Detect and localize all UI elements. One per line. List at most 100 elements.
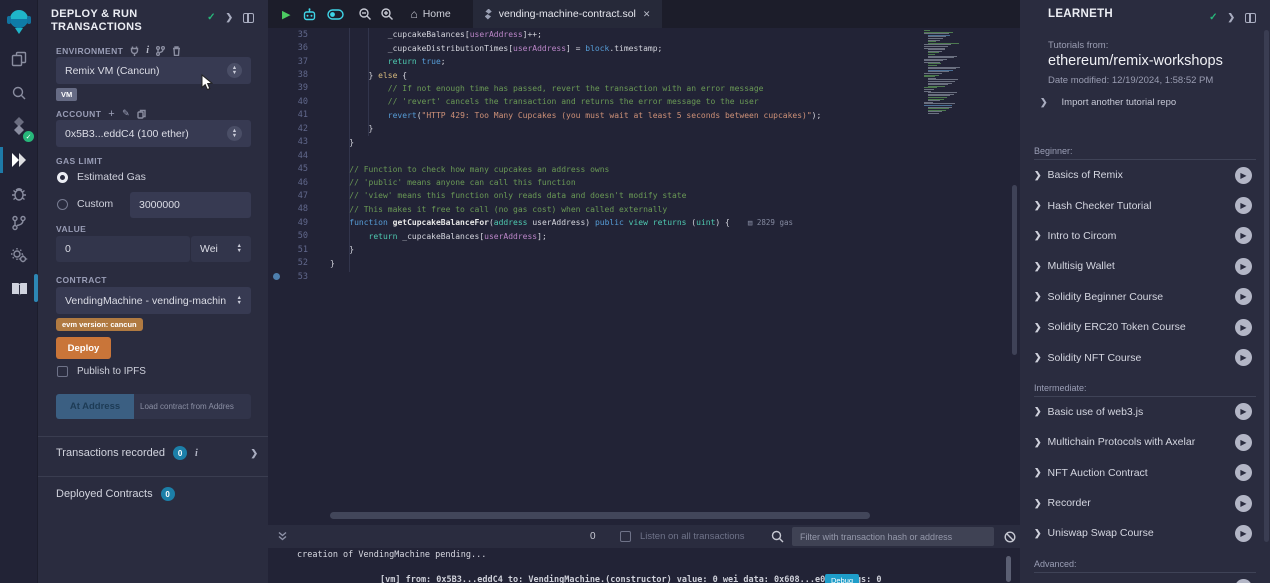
pin-panel-icon[interactable] — [243, 13, 254, 23]
zoom-in-icon[interactable] — [380, 7, 394, 21]
learneth-panel: LEARNETH ✓ ❯ Tutorials from: ethereum/re… — [1020, 0, 1270, 583]
start-tutorial-play-button[interactable]: ▶ — [1235, 579, 1252, 583]
copilot-toggle[interactable] — [327, 9, 344, 20]
editor-vertical-scrollbar[interactable] — [1012, 185, 1017, 355]
environment-info-icon[interactable]: i — [146, 45, 149, 56]
transactions-recorded-row[interactable]: Transactions recorded 0 i ❯ — [56, 446, 258, 460]
add-account-icon[interactable]: + — [108, 110, 115, 118]
debugger-icon[interactable] — [0, 181, 38, 207]
contract-select[interactable]: VendingMachine - vending-machin ▲▼ — [56, 287, 251, 314]
file-tab[interactable]: vending-machine-contract.sol ✕ — [473, 0, 663, 28]
start-tutorial-play-button[interactable]: ▶ — [1235, 167, 1252, 184]
tutorial-item[interactable]: ❯Basic use of web3.js▶ — [1034, 397, 1256, 427]
start-tutorial-play-button[interactable]: ▶ — [1235, 403, 1252, 420]
listen-checkbox[interactable] — [620, 531, 631, 542]
start-tutorial-play-button[interactable]: ▶ — [1235, 525, 1252, 542]
edit-account-icon[interactable]: ✎ — [122, 108, 130, 119]
delete-environment-icon[interactable] — [172, 46, 181, 56]
tutorial-item[interactable]: ❯NFT Auction Contract▶ — [1034, 458, 1256, 488]
start-tutorial-play-button[interactable]: ▶ — [1235, 197, 1252, 214]
editor-minimap[interactable] — [920, 30, 962, 320]
divider — [38, 476, 268, 477]
start-tutorial-play-button[interactable]: ▶ — [1235, 258, 1252, 275]
tutorial-item[interactable]: ❯Multisig Wallet▶ — [1034, 251, 1256, 281]
tutorial-item[interactable]: ❯Solidity Beginner Course▶ — [1034, 282, 1256, 312]
tutorial-item[interactable]: ❯Multichain Protocols with Axelar▶ — [1034, 427, 1256, 457]
code-line: 36 _cupcakeDistributionTimes[userAddress… — [268, 41, 1020, 54]
deploy-and-run-icon[interactable] — [0, 147, 38, 173]
tutorial-item[interactable]: ❯Solidity ERC20 Token Course▶ — [1034, 312, 1256, 342]
start-tutorial-play-button[interactable]: ▶ — [1235, 319, 1252, 336]
estimated-gas-option[interactable]: Estimated Gas — [57, 171, 146, 183]
terminal-scrollbar[interactable] — [1006, 556, 1011, 582]
editor-horizontal-scrollbar[interactable] — [330, 512, 870, 519]
line-number: 41 — [268, 110, 308, 120]
at-address-button[interactable]: At Address — [56, 394, 134, 419]
collapse-panel-icon[interactable]: ❯ — [225, 12, 233, 23]
pending-log-line: creation of VendingMachine pending... — [297, 550, 486, 560]
search-icon[interactable] — [0, 80, 38, 106]
vm-badge: VM — [56, 88, 77, 101]
environment-select[interactable]: Remix VM (Cancun) ▲▼ — [56, 57, 251, 84]
start-tutorial-play-button[interactable]: ▶ — [1235, 495, 1252, 512]
ai-copilot-icon[interactable] — [302, 8, 317, 21]
tutorial-item[interactable]: ❯Intro to Circom▶ — [1034, 221, 1256, 251]
code-line: 49 function getCupcakeBalanceFor(address… — [268, 216, 1020, 229]
code-line: 35 _cupcakeBalances[userAddress]++; — [268, 28, 1020, 41]
copy-account-icon[interactable] — [137, 109, 146, 119]
code-editor[interactable]: 35 _cupcakeBalances[userAddress]++;36 _c… — [268, 28, 1020, 524]
start-tutorial-play-button[interactable]: ▶ — [1235, 434, 1252, 451]
chevron-right-icon: ❯ — [1034, 230, 1042, 241]
zoom-out-icon[interactable] — [358, 7, 372, 21]
home-tab[interactable]: Home — [423, 8, 451, 20]
listen-label: Listen on all transactions — [640, 531, 745, 542]
tutorial-item[interactable]: ❯All about Proxy Contracts▶ — [1034, 573, 1256, 583]
value-input[interactable] — [56, 236, 190, 262]
solidity-compiler-icon[interactable]: ✓ — [0, 113, 38, 139]
import-tutorial-repo[interactable]: ❯ Import another tutorial repo — [1040, 97, 1176, 108]
terminal-log[interactable]: creation of VendingMachine pending... [v… — [268, 548, 1020, 583]
custom-gas-option[interactable]: Custom — [57, 198, 113, 210]
tutorial-item[interactable]: ❯Recorder▶ — [1034, 488, 1256, 518]
transactions-info-icon[interactable]: i — [195, 448, 198, 459]
collapse-panel-icon[interactable]: ❯ — [1227, 12, 1235, 23]
line-number: 48 — [268, 204, 308, 214]
start-tutorial-play-button[interactable]: ▶ — [1235, 349, 1252, 366]
clear-terminal-icon[interactable] — [1004, 530, 1016, 548]
plug-icon[interactable] — [130, 46, 139, 56]
home-icon[interactable]: ⌂ — [410, 7, 417, 21]
tutorial-repo-name: ethereum/remix-workshops — [1048, 53, 1223, 69]
start-tutorial-play-button[interactable]: ▶ — [1235, 288, 1252, 305]
compile-success-badge: ✓ — [23, 131, 34, 142]
start-tutorial-play-button[interactable]: ▶ — [1235, 227, 1252, 244]
file-explorer-icon[interactable] — [0, 46, 38, 72]
start-tutorial-play-button[interactable]: ▶ — [1235, 464, 1252, 481]
learneth-scrollbar[interactable] — [1264, 30, 1269, 542]
tutorial-item[interactable]: ❯Solidity NFT Course▶ — [1034, 342, 1256, 372]
remix-logo-icon[interactable] — [0, 6, 38, 36]
pin-panel-icon[interactable] — [1245, 13, 1256, 23]
source-control-icon[interactable] — [0, 210, 38, 236]
deployed-contracts-row[interactable]: Deployed Contracts 0 — [56, 487, 258, 501]
close-tab-icon[interactable]: ✕ — [643, 9, 651, 20]
deploy-button[interactable]: Deploy — [56, 337, 111, 359]
plugin-settings-icon[interactable] — [0, 242, 38, 268]
code-line: 48 // This makes it free to call (no gas… — [268, 203, 1020, 216]
publish-ipfs-option[interactable]: Publish to IPFS — [57, 366, 146, 377]
at-address-input[interactable] — [134, 394, 251, 419]
date-modified: Date modified: 12/19/2024, 1:58:52 PM — [1048, 75, 1213, 86]
custom-gas-input[interactable] — [130, 192, 251, 218]
terminal-filter-input[interactable] — [792, 527, 994, 546]
run-script-icon[interactable]: ▶ — [282, 8, 290, 21]
debug-button[interactable]: Debug — [825, 574, 859, 583]
line-number: 37 — [268, 57, 308, 67]
tutorial-item[interactable]: ❯Uniswap Swap Course▶ — [1034, 518, 1256, 548]
mouse-cursor — [201, 74, 213, 91]
fork-environment-icon[interactable] — [156, 46, 165, 56]
account-select[interactable]: 0x5B3...eddC4 (100 ether) ▲▼ — [56, 120, 251, 147]
tutorial-item[interactable]: ❯Basics of Remix▶ — [1034, 160, 1256, 190]
value-unit-select[interactable]: Wei ▲▼ — [191, 236, 251, 262]
expand-terminal-icon[interactable] — [277, 531, 288, 542]
learneth-book-icon[interactable] — [0, 276, 38, 302]
tutorial-item[interactable]: ❯Hash Checker Tutorial▶ — [1034, 190, 1256, 220]
